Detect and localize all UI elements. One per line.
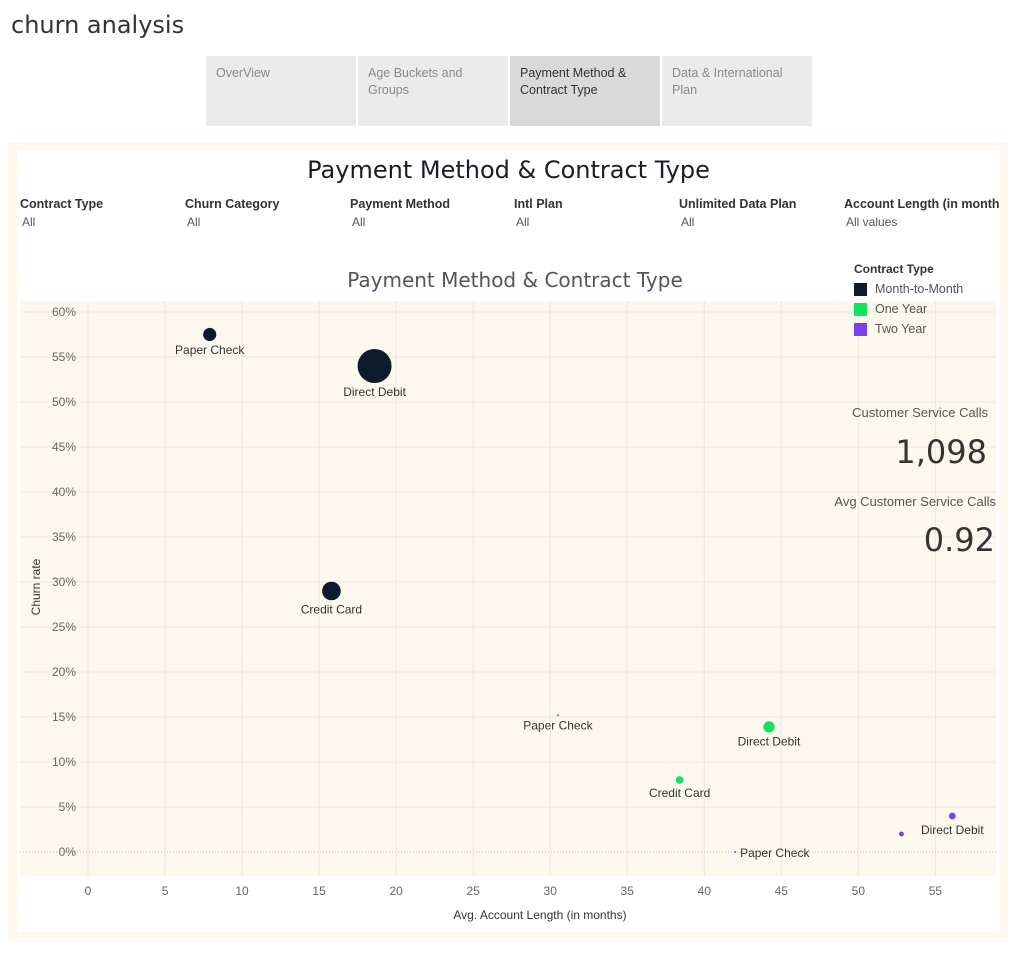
data-label: Direct Debit — [343, 385, 406, 399]
x-tick-label: 10 — [235, 884, 249, 898]
data-label: Credit Card — [649, 786, 710, 800]
scatter-chart: 0% 5% 10% 15% 20% 25% 30% 35% 40% 45% 50% 55% 60% 0 5 1… — [20, 301, 996, 922]
legend-label: One Year — [875, 302, 928, 316]
legend-swatch — [854, 282, 867, 296]
y-tick-label: 60% — [52, 305, 76, 319]
legend-title: Contract Type — [854, 262, 934, 276]
y-axis-label: Churn rate — [29, 558, 43, 615]
legend-label: Two Year — [875, 322, 927, 336]
plot-area — [20, 301, 996, 876]
data-label: Paper Check — [523, 718, 593, 732]
x-tick-label: 35 — [621, 884, 635, 898]
y-tick-label: 55% — [52, 350, 76, 364]
y-tick-label: 25% — [52, 620, 76, 634]
x-tick-label: 15 — [312, 884, 326, 898]
x-axis-label: Avg. Account Length (in months) — [453, 908, 626, 922]
data-point — [322, 581, 341, 601]
data-point — [899, 831, 904, 837]
y-tick-label: 5% — [59, 800, 77, 814]
legend-swatch — [854, 302, 867, 316]
y-tick-label: 20% — [52, 665, 76, 679]
legend-item-two-year[interactable]: Two Year — [854, 319, 963, 339]
kpi-label-service-calls: Customer Service Calls — [852, 405, 988, 420]
kpi-value-service-calls: 1,098 — [895, 433, 987, 471]
kpi-value-avg-service-calls: 0.92 — [923, 521, 995, 559]
y-tick-label: 40% — [52, 485, 76, 499]
x-tick-label: 5 — [162, 884, 169, 898]
legend-label: Month-to-Month — [875, 282, 964, 296]
legend-item-month-to-month[interactable]: Month-to-Month — [854, 279, 963, 299]
legend: Contract Type Month-to-Month One Year Tw… — [854, 262, 963, 339]
x-tick-label: 30 — [544, 884, 558, 898]
x-tick-label: 20 — [389, 884, 403, 898]
y-tick-label: 30% — [52, 575, 76, 589]
x-tick-label: 45 — [775, 884, 789, 898]
data-point — [763, 721, 775, 733]
legend-item-one-year[interactable]: One Year — [854, 299, 963, 319]
data-point — [948, 812, 956, 820]
x-tick-label: 55 — [929, 884, 943, 898]
x-tick-label: 50 — [852, 884, 866, 898]
y-tick-label: 45% — [52, 440, 76, 454]
data-point — [357, 349, 392, 383]
y-tick-label: 15% — [52, 710, 76, 724]
data-point — [734, 851, 737, 853]
x-tick-label: 40 — [698, 884, 712, 898]
legend-swatch — [854, 322, 867, 336]
y-tick-label: 0% — [59, 845, 77, 859]
data-point — [556, 713, 560, 717]
y-tick-label: 50% — [52, 395, 76, 409]
data-label: Paper Check — [175, 343, 245, 357]
data-label: Paper Check — [740, 846, 810, 860]
y-tick-label: 10% — [52, 755, 76, 769]
data-point — [675, 776, 684, 784]
x-tick-label: 25 — [466, 884, 480, 898]
kpi-label-avg-service-calls: Avg Customer Service Calls — [834, 494, 996, 509]
data-label: Direct Debit — [738, 735, 801, 749]
data-label: Credit Card — [301, 602, 362, 616]
y-tick-label: 35% — [52, 530, 76, 544]
x-tick-label: 0 — [85, 884, 92, 898]
data-point — [203, 327, 217, 342]
data-label: Direct Debit — [921, 823, 984, 837]
